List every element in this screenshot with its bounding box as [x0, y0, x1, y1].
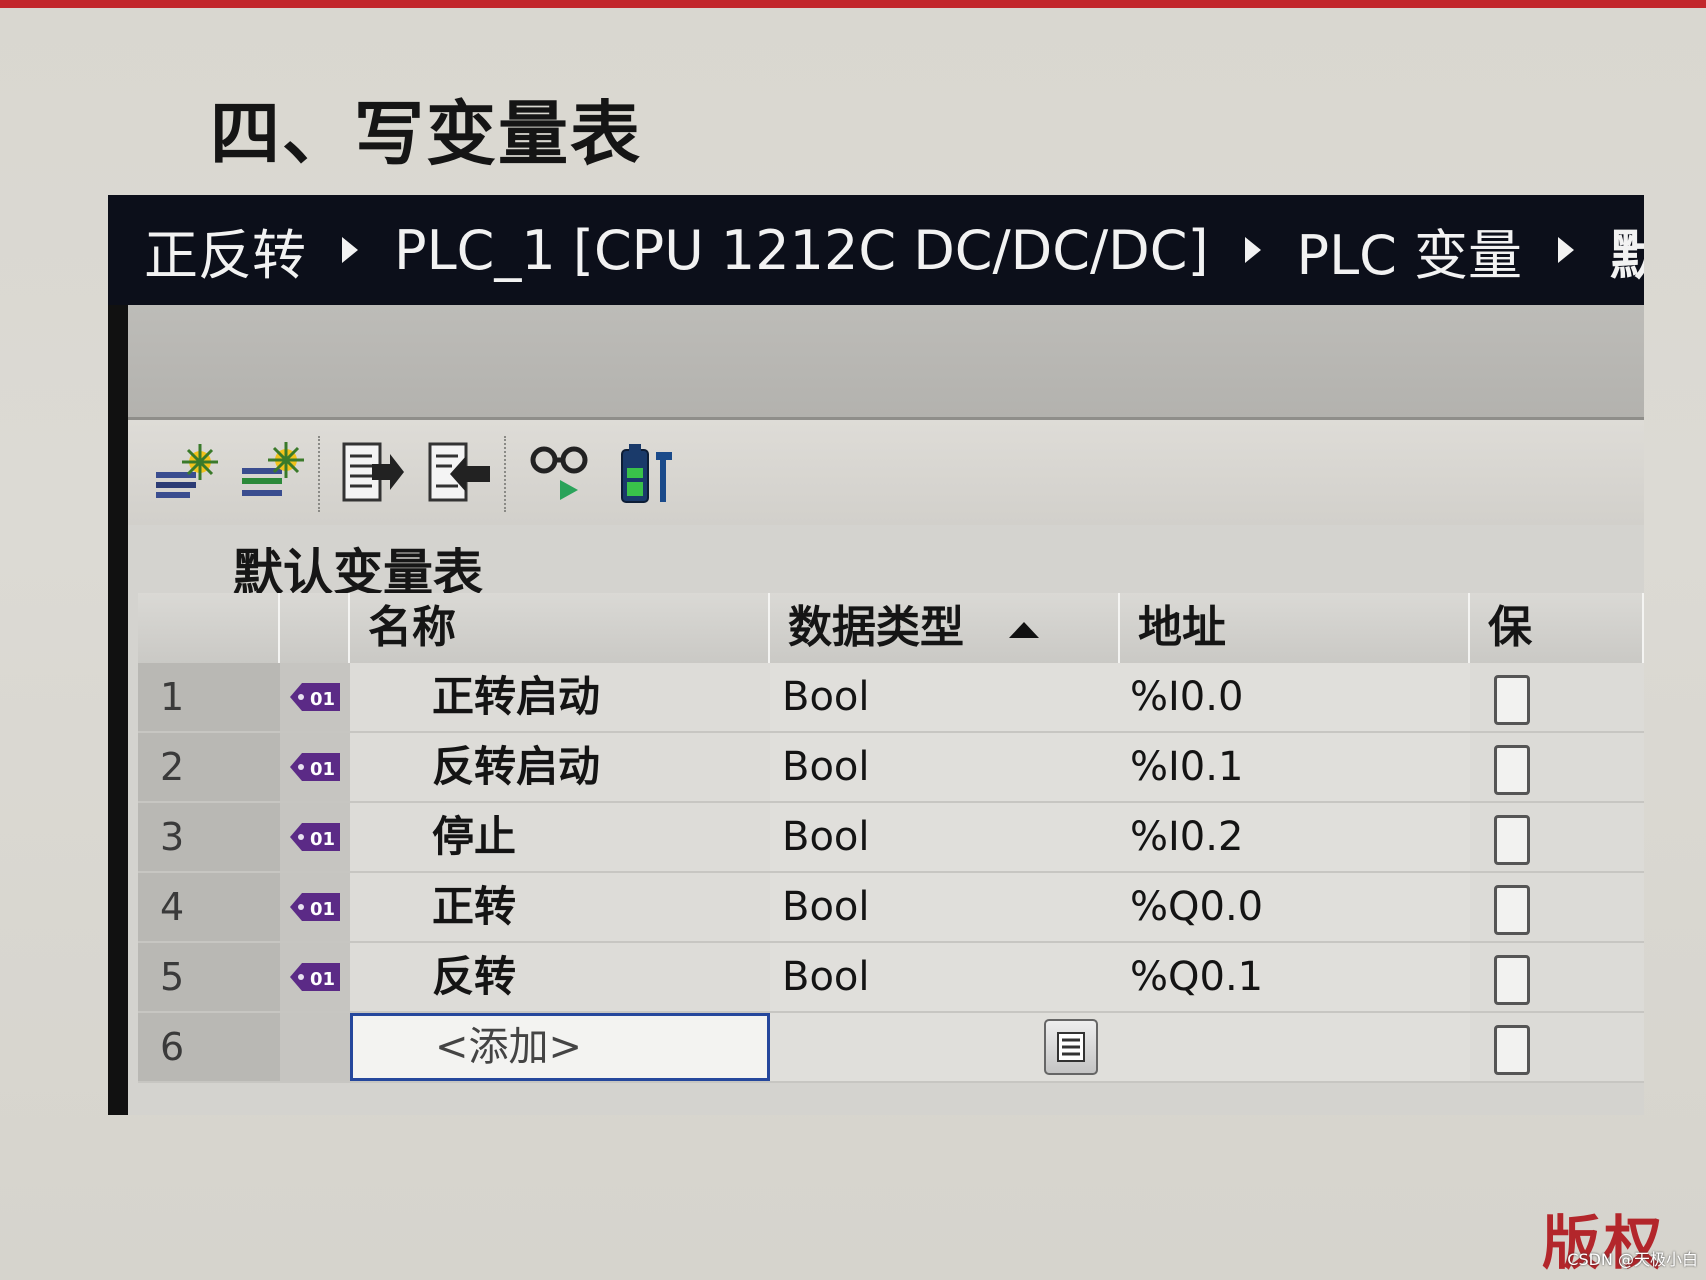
header-data-type[interactable]: 数据类型	[770, 593, 1120, 663]
header-icon	[280, 593, 350, 663]
data-type-cell[interactable]: Bool	[770, 663, 1120, 731]
add-row-icon[interactable]	[150, 438, 220, 508]
retain-cell	[1470, 1013, 1644, 1081]
data-type-cell[interactable]: Bool	[770, 733, 1120, 801]
svg-text:01: 01	[310, 759, 335, 780]
table-row[interactable]: 1 01 正转启动 Bool %I0.0	[138, 663, 1644, 733]
retain-cell	[1470, 663, 1644, 731]
chevron-right-icon	[1558, 237, 1575, 263]
address-cell[interactable]: %I0.0	[1120, 663, 1470, 731]
tag-name-cell[interactable]: 停止	[350, 803, 770, 871]
address-cell[interactable]: %I0.2	[1120, 803, 1470, 871]
header-name[interactable]: 名称	[350, 593, 770, 663]
row-number: 5	[138, 943, 280, 1011]
tag-name-cell[interactable]: 反转启动	[350, 733, 770, 801]
svg-text:01: 01	[310, 829, 335, 850]
address-cell[interactable]: %Q0.0	[1120, 873, 1470, 941]
chevron-right-icon	[342, 237, 358, 263]
page-heading: 四、写变量表	[210, 93, 642, 175]
row-number: 4	[138, 873, 280, 941]
address-cell	[1120, 1013, 1470, 1081]
tag-icon: 01	[280, 943, 350, 1011]
header-retain[interactable]: 保	[1470, 593, 1644, 663]
svg-text:01: 01	[310, 689, 335, 710]
top-red-strip	[0, 0, 1706, 8]
retain-cell	[1470, 943, 1644, 1011]
export-icon[interactable]	[336, 438, 406, 508]
tag-icon: 01	[280, 873, 350, 941]
list-icon	[1057, 1032, 1085, 1062]
sort-ascending-icon	[1009, 622, 1040, 638]
insert-row-icon[interactable]	[236, 438, 306, 508]
tag-name-cell[interactable]: 正转启动	[350, 663, 770, 731]
address-cell[interactable]: %Q0.1	[1120, 943, 1470, 1011]
tag-icon: 01	[280, 663, 350, 731]
retain-cell	[1470, 873, 1644, 941]
retain-checkbox[interactable]	[1494, 885, 1530, 935]
retain-checkbox[interactable]	[1494, 745, 1530, 795]
header-address[interactable]: 地址	[1120, 593, 1470, 663]
csdn-watermark: CSDN @天极小白	[1567, 1250, 1698, 1269]
add-row[interactable]: 6 <添加>	[138, 1013, 1644, 1083]
tia-portal-window: 正反转 PLC_1 [CPU 1212C DC/DC/DC] PLC 变量 默认	[108, 195, 1644, 1115]
empty-icon-cell	[280, 1013, 350, 1081]
retain-checkbox[interactable]	[1494, 1025, 1530, 1075]
import-icon[interactable]	[422, 438, 492, 508]
editor-area: 默认变量表 名称 数据类型 地址 保 1 01 正转启动 Bool %I0.0 2 01 反转…	[128, 305, 1644, 1115]
svg-text:01: 01	[310, 969, 335, 990]
breadcrumb-project[interactable]: 正反转	[144, 211, 306, 290]
retain-cell	[1470, 803, 1644, 871]
battery-config-icon[interactable]	[612, 438, 682, 508]
table-row[interactable]: 2 01 反转启动 Bool %I0.1	[138, 733, 1644, 803]
row-number: 3	[138, 803, 280, 871]
toolbar-separator	[318, 436, 322, 512]
add-tag-input[interactable]: <添加>	[350, 1013, 770, 1081]
row-number: 6	[138, 1013, 280, 1081]
row-number: 1	[138, 663, 280, 731]
table-row[interactable]: 4 01 正转 Bool %Q0.0	[138, 873, 1644, 943]
data-type-cell[interactable]: Bool	[770, 873, 1120, 941]
breadcrumb-plc[interactable]: PLC_1 [CPU 1212C DC/DC/DC]	[394, 219, 1209, 282]
retain-checkbox[interactable]	[1494, 955, 1530, 1005]
svg-text:01: 01	[310, 899, 335, 920]
toolbar	[128, 420, 1644, 525]
data-type-cell[interactable]: Bool	[770, 943, 1120, 1011]
data-type-cell[interactable]: Bool	[770, 803, 1120, 871]
tag-icon: 01	[280, 733, 350, 801]
tag-name-cell[interactable]: 反转	[350, 943, 770, 1011]
row-number: 2	[138, 733, 280, 801]
breadcrumb: 正反转 PLC_1 [CPU 1212C DC/DC/DC] PLC 变量 默认	[108, 195, 1644, 305]
toolbar-separator	[504, 436, 508, 512]
data-type-picker-button[interactable]	[1044, 1019, 1098, 1075]
chevron-right-icon	[1244, 237, 1261, 263]
tab-bar	[128, 305, 1644, 420]
header-row-number	[138, 593, 280, 663]
tag-name-cell[interactable]: 正转	[350, 873, 770, 941]
breadcrumb-default-table[interactable]: 默认	[1610, 211, 1644, 290]
retain-checkbox[interactable]	[1494, 675, 1530, 725]
address-cell[interactable]: %I0.1	[1120, 733, 1470, 801]
tag-icon: 01	[280, 803, 350, 871]
table-row[interactable]: 5 01 反转 Bool %Q0.1	[138, 943, 1644, 1013]
breadcrumb-plc-tags[interactable]: PLC 变量	[1297, 211, 1523, 290]
header-data-type-label: 数据类型	[788, 602, 964, 653]
monitor-glasses-icon[interactable]	[526, 438, 596, 508]
table-row[interactable]: 3 01 停止 Bool %I0.2	[138, 803, 1644, 873]
retain-cell	[1470, 733, 1644, 801]
retain-checkbox[interactable]	[1494, 815, 1530, 865]
